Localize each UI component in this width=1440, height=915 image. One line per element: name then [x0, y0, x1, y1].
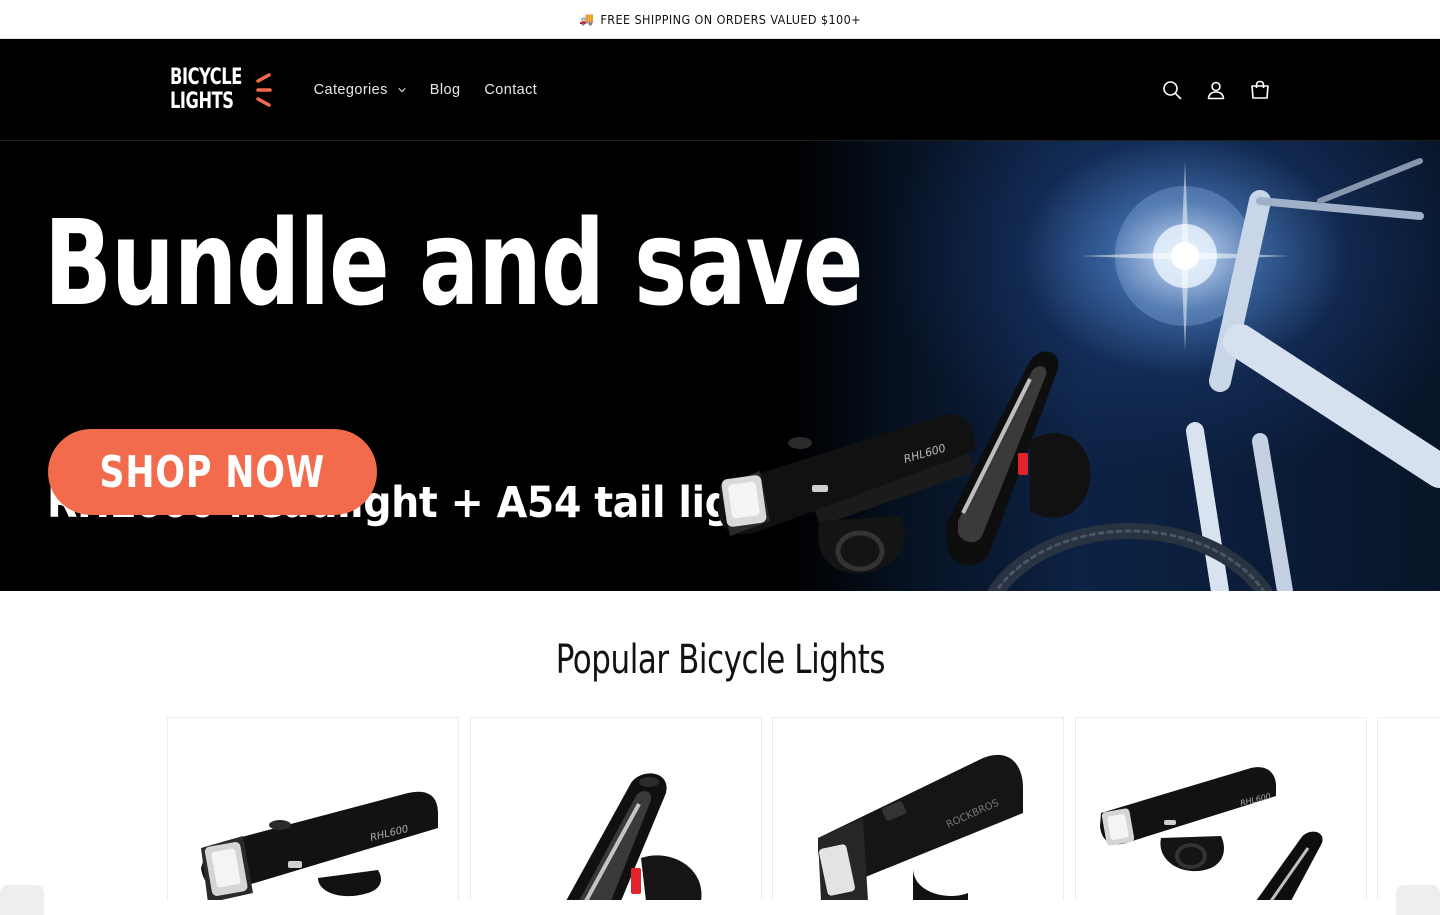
headlight-product: RHL600 [718, 413, 975, 574]
logo-light-rays-icon [255, 72, 272, 107]
product-image-headlight: RHL600 [201, 791, 438, 900]
product-card[interactable]: RHL600 [1075, 717, 1367, 900]
account-icon[interactable] [1204, 78, 1228, 102]
announcement-bar: 🚚 FREE SHIPPING ON ORDERS VALUED $100+ [0, 0, 1440, 39]
nav-contact[interactable]: Contact [472, 70, 549, 110]
nav-blog-label: Blog [429, 81, 461, 98]
nav-contact-label: Contact [484, 81, 538, 98]
nav-blog[interactable]: Blog [418, 70, 473, 110]
nav-categories-label: Categories [313, 81, 388, 98]
header-icons [1160, 78, 1272, 102]
hero-banner[interactable]: Bundle and save RHL600 headlight + A54 t… [0, 141, 1440, 591]
cart-icon[interactable] [1248, 78, 1272, 102]
hero-product-image: RHL600 [718, 158, 1440, 591]
product-card[interactable] [1377, 717, 1440, 900]
shop-now-label: SHOP NOW [99, 446, 326, 498]
truck-icon: 🚚 [579, 12, 595, 26]
announcement-text: FREE SHIPPING ON ORDERS VALUED $100+ [600, 11, 861, 27]
nav-categories[interactable]: Categories [314, 70, 418, 110]
chevron-down-icon [398, 87, 406, 92]
site-header: BICYCLE LIGHTS Categories Blog Contact [0, 39, 1440, 141]
main-nav: Categories Blog Contact [314, 70, 550, 110]
logo-line-1: BICYCLE [170, 64, 242, 90]
shop-now-button[interactable]: SHOP NOW [48, 429, 377, 515]
search-icon[interactable] [1160, 78, 1184, 102]
carousel-prev-button[interactable] [0, 885, 44, 915]
popular-section-title: Popular Bicycle Lights [555, 637, 885, 683]
product-card[interactable] [470, 717, 762, 900]
product-image-tail-light [566, 773, 702, 900]
product-image-headlight-top-view: ROCKBROS [818, 754, 1023, 900]
product-card[interactable]: RHL600 [167, 717, 459, 900]
product-carousel: RHL600 ROCKBROS RHL600 [0, 717, 1440, 900]
logo-line-2: LIGHTS [170, 88, 234, 114]
carousel-next-button[interactable] [1396, 885, 1440, 915]
product-image-headlight-and-tail-light: RHL600 [1100, 767, 1323, 900]
product-card[interactable]: ROCKBROS [772, 717, 1064, 900]
logo[interactable]: BICYCLE LIGHTS [170, 64, 274, 114]
